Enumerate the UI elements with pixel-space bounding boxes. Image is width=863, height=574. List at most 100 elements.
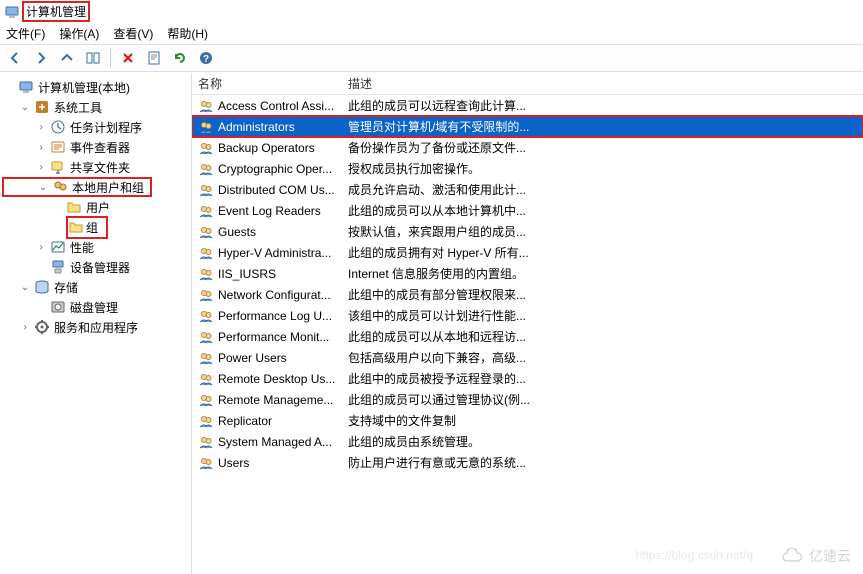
group-name: Administrators (218, 120, 295, 134)
watermark-text: 亿速云 (809, 546, 851, 566)
toolbar-separator (110, 49, 111, 67)
help-button[interactable] (195, 47, 217, 69)
tree-users[interactable]: 用户 (2, 197, 189, 217)
group-desc: 此组的成员可以通过管理协议(例... (342, 391, 863, 408)
expander-icon[interactable]: › (34, 142, 48, 153)
column-name[interactable]: 名称 (192, 75, 342, 92)
tree-system-tools[interactable]: ⌄ 系统工具 (2, 97, 189, 117)
group-desc: 此组中的成员有部分管理权限来... (342, 286, 863, 303)
list-row[interactable]: Backup Operators备份操作员为了备份或还原文件... (192, 137, 863, 158)
list-row[interactable]: Remote Manageme...此组的成员可以通过管理协议(例... (192, 389, 863, 410)
up-button[interactable] (56, 47, 78, 69)
group-name: Hyper-V Administra... (218, 246, 331, 260)
list-row[interactable]: Event Log Readers此组的成员可以从本地计算机中... (192, 200, 863, 221)
group-icon (198, 266, 214, 282)
expander-icon[interactable]: › (34, 122, 48, 133)
group-desc: 支持域中的文件复制 (342, 412, 863, 429)
group-desc: 此组的成员拥有对 Hyper-V 所有... (342, 244, 863, 261)
group-icon (198, 350, 214, 366)
group-icon (198, 413, 214, 429)
list-row[interactable]: Administrators管理员对计算机/域有不受限制的... (192, 116, 863, 137)
forward-button[interactable] (30, 47, 52, 69)
show-panes-button[interactable] (82, 47, 104, 69)
computer-icon (18, 79, 34, 95)
group-desc: 此组的成员可以远程查询此计算... (342, 97, 863, 114)
refresh-button[interactable] (169, 47, 191, 69)
tree-label: 系统工具 (52, 98, 104, 117)
list-row[interactable]: System Managed A...此组的成员由系统管理。 (192, 431, 863, 452)
group-icon (198, 98, 214, 114)
group-name-cell: Remote Desktop Us... (192, 371, 342, 387)
window-title: 计算机管理 (22, 1, 90, 22)
list-row[interactable]: Network Configurat... 此组中的成员有部分管理权限来... (192, 284, 863, 305)
group-name-cell: Remote Manageme... (192, 392, 342, 408)
list-row[interactable]: Guests按默认值，来宾跟用户组的成员... (192, 221, 863, 242)
expander-icon[interactable]: › (18, 322, 32, 333)
list-row[interactable]: Distributed COM Us...成员允许启动、激活和使用此计... (192, 179, 863, 200)
list-row[interactable]: Cryptographic Oper...授权成员执行加密操作。 (192, 158, 863, 179)
users-groups-icon (52, 179, 68, 195)
detail-pane: 名称 描述 Access Control Assi... 此组的成员可以远程查询此… (192, 73, 863, 574)
app-icon (4, 4, 18, 18)
list-row[interactable]: Replicator 支持域中的文件复制 (192, 410, 863, 431)
group-name: Distributed COM Us... (218, 183, 335, 197)
list-row[interactable]: Hyper-V Administra... 此组的成员拥有对 Hyper-V 所有… (192, 242, 863, 263)
expander-icon[interactable]: ⌄ (36, 182, 50, 193)
group-name: Cryptographic Oper... (218, 162, 332, 176)
tree-label: 组 (84, 218, 100, 237)
menubar: 文件(F) 操作(A) 查看(V) 帮助(H) (0, 22, 863, 44)
expander-icon[interactable]: › (34, 162, 48, 173)
column-desc[interactable]: 描述 (342, 75, 863, 92)
device-icon (50, 259, 66, 275)
tree-task-scheduler[interactable]: › 任务计划程序 (2, 117, 189, 137)
group-name-cell: Replicator (192, 413, 342, 429)
group-icon (198, 245, 214, 261)
tree-label: 计算机管理(本地) (36, 78, 132, 97)
menu-action[interactable]: 操作(A) (59, 25, 99, 42)
tree-groups[interactable]: 组 (2, 217, 189, 237)
list-row[interactable]: Performance Monit... 此组的成员可以从本地和远程访... (192, 326, 863, 347)
watermark-url: https://blog.csdn.net/q (636, 548, 753, 562)
tree-local-users-groups[interactable]: ⌄ 本地用户和组 (2, 177, 152, 197)
group-desc: 此组的成员可以从本地和远程访... (342, 328, 863, 345)
properties-button[interactable] (143, 47, 165, 69)
group-name-cell: Guests (192, 224, 342, 240)
tree-label: 用户 (84, 198, 112, 217)
group-desc: 防止用户进行有意或无意的系统... (342, 454, 863, 471)
group-name: Replicator (218, 414, 272, 428)
tree-root[interactable]: 计算机管理(本地) (2, 77, 189, 97)
expander-icon[interactable]: ⌄ (18, 102, 32, 113)
group-name: Network Configurat... (218, 288, 331, 302)
cloud-icon (781, 548, 803, 564)
menu-file[interactable]: 文件(F) (6, 25, 45, 42)
group-name-cell: Backup Operators (192, 140, 342, 156)
tree-label: 服务和应用程序 (52, 318, 140, 337)
group-desc: 该组中的成员可以计划进行性能... (342, 307, 863, 324)
group-name: Access Control Assi... (218, 99, 334, 113)
group-desc: 备份操作员为了备份或还原文件... (342, 139, 863, 156)
back-button[interactable] (4, 47, 26, 69)
expander-icon[interactable]: › (34, 242, 48, 253)
expander-icon[interactable]: ⌄ (18, 282, 32, 293)
menu-view[interactable]: 查看(V) (113, 25, 153, 42)
group-name-cell: Performance Log U... (192, 308, 342, 324)
tree-services-apps[interactable]: › 服务和应用程序 (2, 317, 189, 337)
list-row[interactable]: IIS_IUSRSInternet 信息服务使用的内置组。 (192, 263, 863, 284)
delete-button[interactable] (117, 47, 139, 69)
group-icon (198, 371, 214, 387)
list-row[interactable]: Performance Log U...该组中的成员可以计划进行性能... (192, 305, 863, 326)
tree-disk-management[interactable]: 磁盘管理 (2, 297, 189, 317)
list-row[interactable]: Remote Desktop Us...此组中的成员被授予远程登录的... (192, 368, 863, 389)
tree-performance[interactable]: › 性能 (2, 237, 189, 257)
list-row[interactable]: Access Control Assi... 此组的成员可以远程查询此计算... (192, 95, 863, 116)
list-row[interactable]: Power Users包括高级用户以向下兼容，高级... (192, 347, 863, 368)
group-icon (198, 392, 214, 408)
tree-storage[interactable]: ⌄ 存储 (2, 277, 189, 297)
group-icon (198, 140, 214, 156)
group-name: Performance Monit... (218, 330, 329, 344)
list-row[interactable]: Users防止用户进行有意或无意的系统... (192, 452, 863, 473)
tree-shared-folders[interactable]: › 共享文件夹 (2, 157, 189, 177)
tree-event-viewer[interactable]: › 事件查看器 (2, 137, 189, 157)
menu-help[interactable]: 帮助(H) (167, 25, 208, 42)
tree-device-manager[interactable]: 设备管理器 (2, 257, 189, 277)
